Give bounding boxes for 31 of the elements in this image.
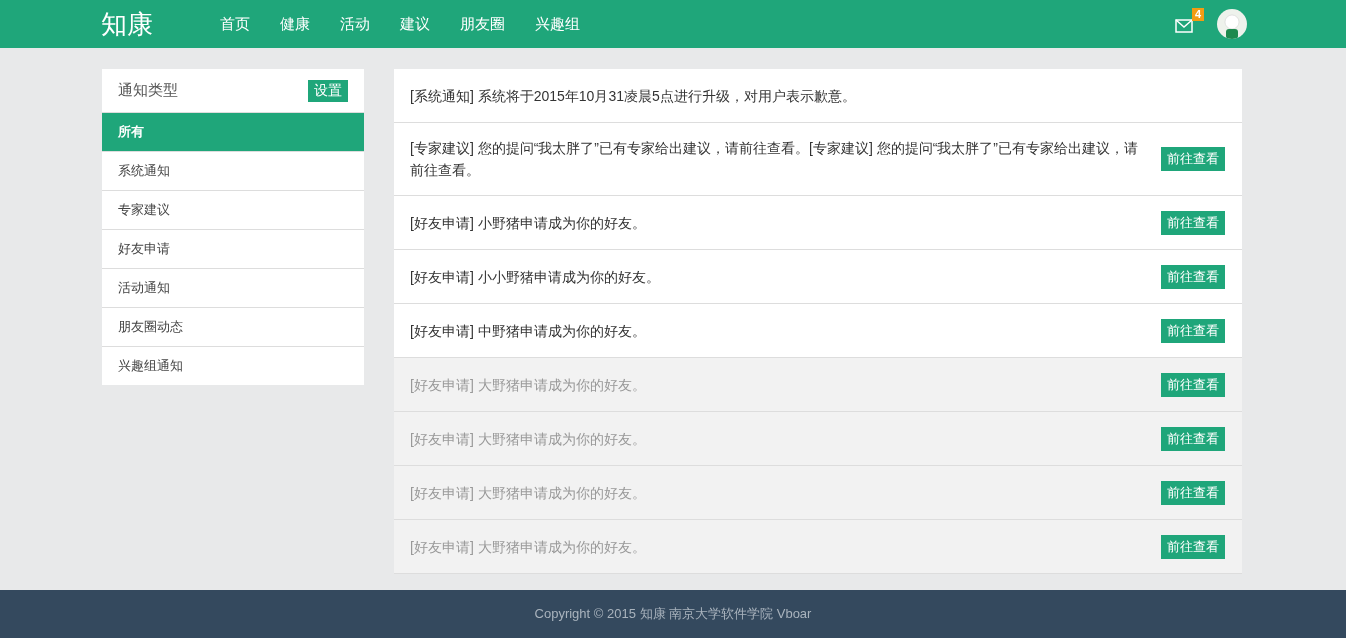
view-button[interactable]: 前往查看 xyxy=(1161,534,1225,559)
notification-text: [好友申请] 大野猪申请成为你的好友。 xyxy=(410,537,647,557)
notification-text: [专家建议] 您的提问“我太胖了”已有专家给出建议，请前往查看。[专家建议] 您的提问“我太胖了”已有专家给出建议，请前往查看。 xyxy=(410,139,1139,180)
nav-link[interactable]: 首页 xyxy=(220,14,250,34)
view-button[interactable]: 前往查看 xyxy=(1161,318,1225,343)
nav-link[interactable]: 朋友圈 xyxy=(460,14,505,34)
view-button[interactable]: 前往查看 xyxy=(1161,480,1225,505)
view-button[interactable]: 前往查看 xyxy=(1161,372,1225,397)
nav-link[interactable]: 兴趣组 xyxy=(535,14,580,34)
logo[interactable]: 知康 xyxy=(101,6,153,42)
sidebar-item[interactable]: 所有 xyxy=(102,112,364,151)
view-button[interactable]: 前往查看 xyxy=(1161,264,1225,289)
notification-count: 4 xyxy=(1191,8,1204,21)
notification-text: [系统通知] 系统将于2015年10月31凌晨5点进行升级，对用户表示歉意。 xyxy=(410,86,857,106)
copyright-text: Copyright © 2015 知康 南京大学软件学院 Vboar xyxy=(534,605,812,623)
mail-icon[interactable] xyxy=(1175,19,1193,33)
view-button[interactable]: 前往查看 xyxy=(1161,210,1225,235)
notification-text: [好友申请] 中野猪申请成为你的好友。 xyxy=(410,321,647,341)
avatar[interactable] xyxy=(1217,9,1247,39)
notification-text: [好友申请] 小小野猪申请成为你的好友。 xyxy=(410,267,661,287)
view-button[interactable]: 前往查看 xyxy=(1161,426,1225,451)
notification-text: [好友申请] 大野猪申请成为你的好友。 xyxy=(410,429,647,449)
settings-button[interactable]: 设置 xyxy=(308,79,348,102)
nav-link[interactable]: 建议 xyxy=(400,14,430,34)
notification-text: [好友申请] 大野猪申请成为你的好友。 xyxy=(410,375,647,395)
sidebar-title: 通知类型 xyxy=(118,81,178,100)
view-button[interactable]: 前往查看 xyxy=(1161,147,1225,171)
nav-link[interactable]: 活动 xyxy=(340,14,370,34)
nav-link[interactable]: 健康 xyxy=(280,14,310,34)
notification-text: [好友申请] 大野猪申请成为你的好友。 xyxy=(410,483,647,503)
notification-text: [好友申请] 小野猪申请成为你的好友。 xyxy=(410,213,647,233)
